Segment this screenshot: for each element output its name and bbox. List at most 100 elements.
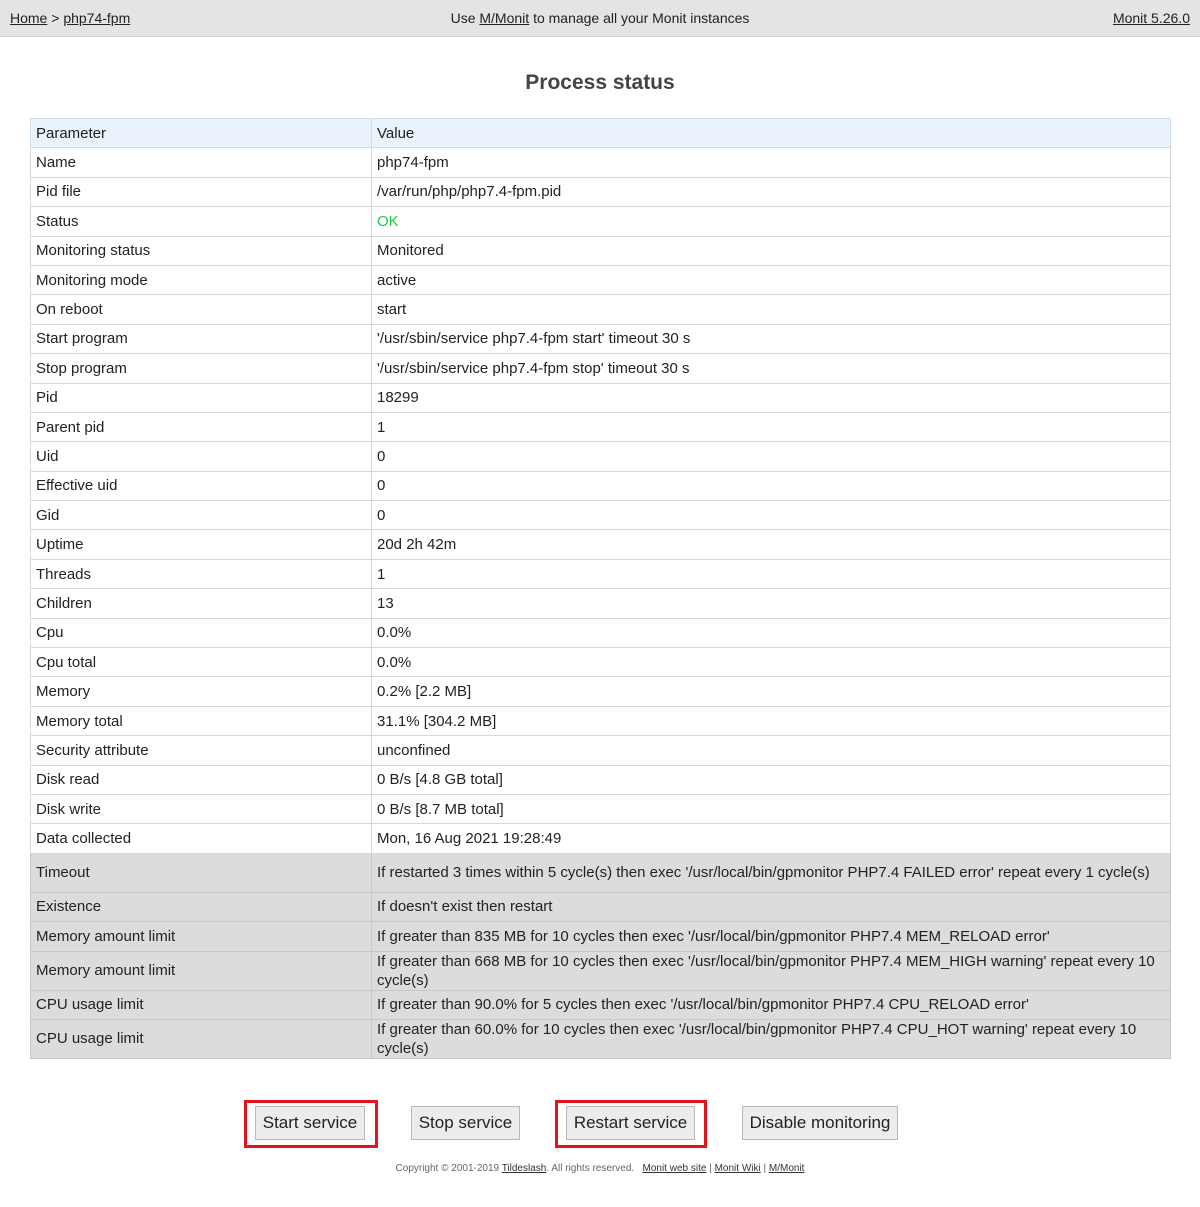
table-row: Memory total 31.1% [304.2 MB]: [30, 705, 1171, 737]
column-header-parameter: Parameter: [30, 117, 372, 149]
value-cell: '/usr/sbin/service php7.4-fpm start' tim…: [371, 323, 1171, 355]
status-value-cell: OK: [371, 206, 1171, 237]
parameter-cell: Start program: [30, 323, 372, 355]
parameter-cell: On reboot: [30, 294, 372, 325]
table-row: Pid file/var/run/php/php7.4-fpm.pid: [30, 176, 1171, 208]
value-cell: 0: [371, 441, 1171, 472]
table-row: Monitoring status Monitored: [30, 235, 1171, 266]
disable-monitoring-button[interactable]: Disable monitoring: [742, 1106, 898, 1140]
value-cell: 0.2% [2.2 MB]: [371, 676, 1171, 707]
tildeslash-link[interactable]: Tildeslash: [502, 1163, 547, 1174]
parameter-cell: Effective uid: [30, 470, 372, 502]
mmonit-link[interactable]: M/Monit: [479, 10, 529, 26]
parameter-cell: Memory: [30, 676, 372, 707]
top-bar: Home > php74-fpm Use M/Monit to manage a…: [0, 0, 1200, 37]
table-row: Status OK: [30, 206, 1171, 237]
parameter-cell: Disk write: [30, 793, 372, 825]
table-row: Uid 0: [30, 441, 1171, 472]
column-header-value: Value: [371, 117, 1171, 149]
table-row: Parent pid 1: [30, 411, 1171, 443]
value-cell: 1: [371, 558, 1171, 590]
table-row: Threads 1: [30, 558, 1171, 590]
parameter-cell: Threads: [30, 558, 372, 590]
page-title: Process status: [525, 71, 675, 94]
table-row: Children 13: [30, 588, 1171, 619]
rule-row: Existence If doesn't exist then restart: [30, 891, 1171, 923]
value-cell: 0.0%: [371, 647, 1171, 678]
monit-version-link[interactable]: Monit 5.26.0: [1113, 10, 1190, 26]
parameter-cell: Cpu: [30, 617, 372, 649]
value-cell: start: [371, 294, 1171, 325]
parameter-cell: Existence: [30, 891, 372, 923]
parameter-cell: CPU usage limit: [30, 989, 372, 1020]
table-row: On reboot start: [30, 294, 1171, 325]
rule-row: CPU usage limit If greater than 90.0% for…: [30, 989, 1171, 1020]
parameter-cell: Disk read: [30, 764, 372, 795]
table-row: Security attribute unconfined: [30, 735, 1171, 766]
value-cell: 0: [371, 470, 1171, 502]
value-cell: 20d 2h 42m: [371, 529, 1171, 560]
value-cell: active: [371, 264, 1171, 296]
value-cell: '/usr/sbin/service php7.4-fpm stop' time…: [371, 353, 1171, 384]
parameter-cell: Data collected: [30, 823, 372, 854]
table-row: Pid 18299: [30, 382, 1171, 413]
table-row: Name php74-fpm: [30, 147, 1171, 178]
rule-row: Memory amount limit If greater than 835 M…: [30, 921, 1171, 952]
parameter-cell: Status: [30, 206, 372, 237]
value-cell: 0 B/s [8.7 MB total]: [371, 793, 1171, 825]
table-row: Stop program '/usr/sbin/service php7.4-fp…: [30, 353, 1171, 384]
value-cell: 0.0%: [371, 617, 1171, 649]
action-buttons: Start service Stop service Restart servi…: [0, 1100, 1200, 1148]
parameter-cell: Uid: [30, 441, 372, 472]
mmonit-footer-link[interactable]: M/Monit: [769, 1163, 805, 1174]
table-row: Monitoring mode active: [30, 264, 1171, 296]
table-row: Data collected Mon, 16 Aug 2021 19:28:49: [30, 823, 1171, 854]
copyright-text: Copyright © 2001-2019: [395, 1163, 500, 1174]
parameter-cell: Memory total: [30, 705, 372, 737]
parameter-cell: Monitoring mode: [30, 264, 372, 296]
parameter-cell: Memory amount limit: [30, 950, 372, 991]
promo-prefix: Use: [450, 10, 476, 26]
value-cell: Mon, 16 Aug 2021 19:28:49: [371, 823, 1171, 854]
parameter-cell: Gid: [30, 500, 372, 531]
process-status-table: Parameter Value Name php74-fpm Pid file/va…: [30, 117, 1171, 1059]
value-cell: If greater than 60.0% for 10 cycles then…: [371, 1018, 1171, 1059]
parameter-cell: Monitoring status: [30, 235, 372, 266]
parameter-cell: Name: [30, 147, 372, 178]
parameter-cell: Security attribute: [30, 735, 372, 766]
parameter-cell: Memory amount limit: [30, 921, 372, 952]
restart-service-button[interactable]: Restart service: [566, 1106, 695, 1140]
value-cell: 1: [371, 411, 1171, 443]
value-cell: 31.1% [304.2 MB]: [371, 705, 1171, 737]
value-cell: php74-fpm: [371, 147, 1171, 178]
rights-text: . All rights reserved.: [546, 1163, 635, 1174]
table-header-row: Parameter Value: [30, 117, 1171, 149]
parameter-cell: Timeout: [30, 852, 372, 893]
value-cell: /var/run/php/php7.4-fpm.pid: [371, 176, 1171, 208]
table-row: Disk read 0 B/s [4.8 GB total]: [30, 764, 1171, 795]
parameter-cell: Uptime: [30, 529, 372, 560]
value-cell: unconfined: [371, 735, 1171, 766]
parameter-cell: Parent pid: [30, 411, 372, 443]
value-cell: Monitored: [371, 235, 1171, 266]
monit-web-site-link[interactable]: Monit web site: [643, 1163, 707, 1174]
table-row: Uptime 20d 2h 42m: [30, 529, 1171, 560]
parameter-cell: Children: [30, 588, 372, 619]
table-row: Memory 0.2% [2.2 MB]: [30, 676, 1171, 707]
value-cell: If doesn't exist then restart: [371, 891, 1171, 923]
parameter-cell: Stop program: [30, 353, 372, 384]
table-row: Disk write 0 B/s [8.7 MB total]: [30, 793, 1171, 825]
footer-divider: |: [763, 1163, 767, 1174]
table-row: Cpu 0.0%: [30, 617, 1171, 649]
start-service-button[interactable]: Start service: [255, 1106, 365, 1140]
table-row: Cpu total 0.0%: [30, 647, 1171, 678]
value-cell: If restarted 3 times within 5 cycle(s) t…: [371, 852, 1171, 893]
table-row: Gid 0: [30, 500, 1171, 531]
promo-suffix: to manage all your Monit instances: [533, 10, 750, 26]
stop-service-button[interactable]: Stop service: [411, 1106, 520, 1140]
monit-wiki-link[interactable]: Monit Wiki: [715, 1163, 761, 1174]
value-cell: If greater than 90.0% for 5 cycles then …: [371, 989, 1171, 1020]
rule-row: CPU usage limit If greater than 60.0% for…: [30, 1018, 1171, 1059]
value-cell: If greater than 835 MB for 10 cycles the…: [371, 921, 1171, 952]
mmonit-promo: Use M/Monit to manage all your Monit ins…: [0, 10, 1200, 26]
